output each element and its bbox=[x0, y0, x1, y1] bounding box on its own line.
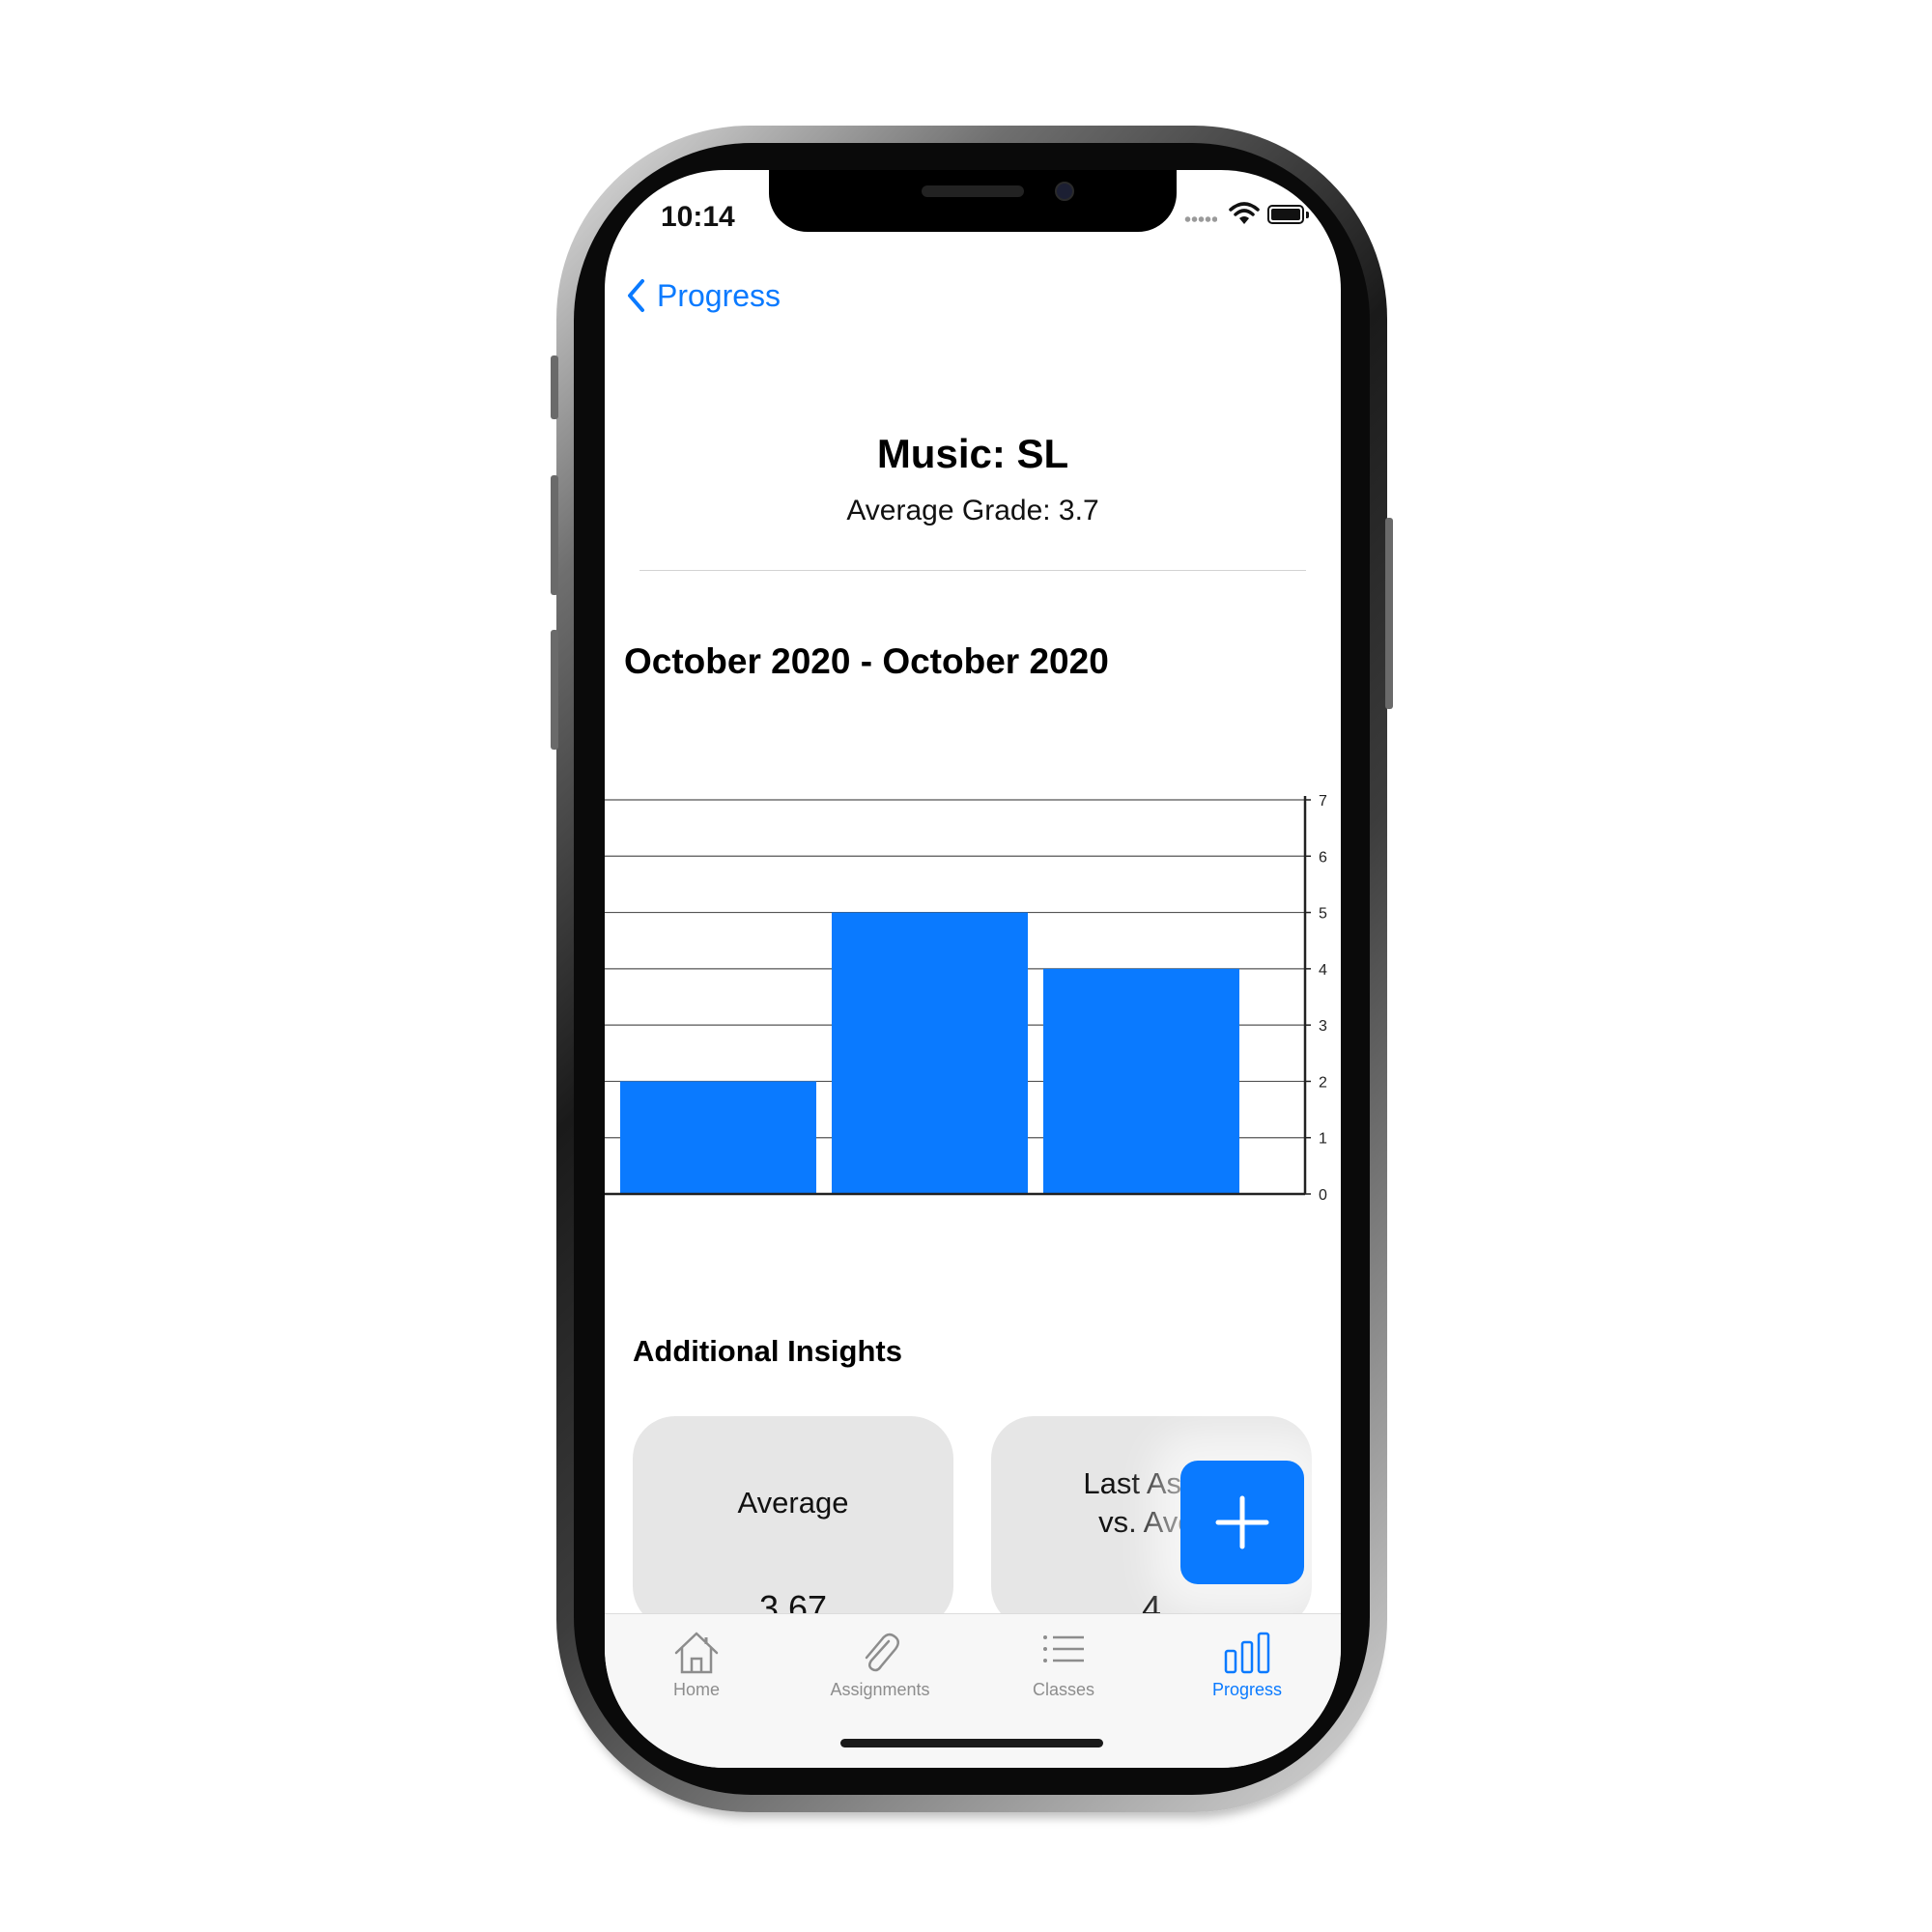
add-button[interactable] bbox=[1180, 1461, 1304, 1584]
tab-label: Progress bbox=[1211, 1680, 1283, 1699]
battery-tip bbox=[1306, 212, 1309, 218]
mute-switch bbox=[551, 355, 558, 419]
earpiece-speaker bbox=[922, 185, 1024, 197]
tab-label: Classes bbox=[1032, 1680, 1095, 1699]
chart-bar bbox=[1043, 968, 1239, 1194]
date-range-title: October 2020 - October 2020 bbox=[624, 641, 1109, 681]
back-button[interactable]: Progress bbox=[626, 274, 781, 317]
volume-up-button bbox=[551, 475, 558, 595]
insights-title: Additional Insights bbox=[633, 1334, 902, 1368]
tab-progress[interactable]: Progress bbox=[1155, 1614, 1339, 1720]
insight-card-label: Average bbox=[737, 1486, 849, 1520]
status-indicators bbox=[1184, 201, 1320, 232]
page-title: Music: SL bbox=[876, 431, 1069, 476]
chart-y-tick-label: 2 bbox=[1319, 1074, 1327, 1091]
chart-bar bbox=[832, 912, 1028, 1194]
tab-label: Home bbox=[672, 1680, 720, 1699]
chart-y-tick-label: 1 bbox=[1319, 1131, 1327, 1148]
front-camera bbox=[1055, 182, 1074, 201]
tab-label: Assignments bbox=[830, 1680, 930, 1699]
volume-down-button bbox=[551, 630, 558, 750]
tab-home[interactable]: Home bbox=[605, 1614, 788, 1720]
chart-y-tick-label: 0 bbox=[1319, 1187, 1327, 1204]
cellular-signal-icon bbox=[1184, 216, 1217, 222]
list-icon bbox=[1043, 1635, 1084, 1662]
average-grade-subtitle: Average Grade: 3.7 bbox=[846, 495, 1099, 526]
tab-assignments[interactable]: Assignments bbox=[788, 1614, 972, 1720]
bar-chart-icon bbox=[1224, 1632, 1270, 1674]
house-icon bbox=[674, 1632, 719, 1674]
chart-y-tick-label: 6 bbox=[1319, 849, 1327, 866]
back-button-label: Progress bbox=[657, 277, 781, 313]
app-screen: 10:14 Progress Music: SL Average Grade: … bbox=[605, 170, 1341, 1768]
chart-y-tick-label: 7 bbox=[1319, 793, 1327, 810]
chart-y-tick-label: 5 bbox=[1319, 906, 1327, 923]
insight-card-average[interactable]: Average 3.67 bbox=[633, 1416, 953, 1629]
status-time: 10:14 bbox=[661, 201, 735, 233]
chart-bar bbox=[620, 1081, 816, 1194]
chart-y-tick-label: 4 bbox=[1319, 962, 1327, 979]
notch bbox=[769, 170, 1177, 232]
home-indicator[interactable] bbox=[840, 1739, 1103, 1747]
power-button bbox=[1385, 518, 1393, 709]
battery-icon bbox=[1267, 205, 1304, 224]
plus-icon bbox=[1215, 1495, 1269, 1549]
wifi-icon bbox=[1229, 202, 1260, 224]
chevron-left-icon bbox=[628, 279, 644, 312]
tab-classes[interactable]: Classes bbox=[972, 1614, 1155, 1720]
bar-chart: 0 1 2 3 4 5 6 7 bbox=[605, 793, 1327, 1204]
paperclip-icon bbox=[865, 1633, 899, 1672]
chart-y-tick-label: 3 bbox=[1319, 1018, 1327, 1035]
header-divider bbox=[639, 570, 1306, 571]
